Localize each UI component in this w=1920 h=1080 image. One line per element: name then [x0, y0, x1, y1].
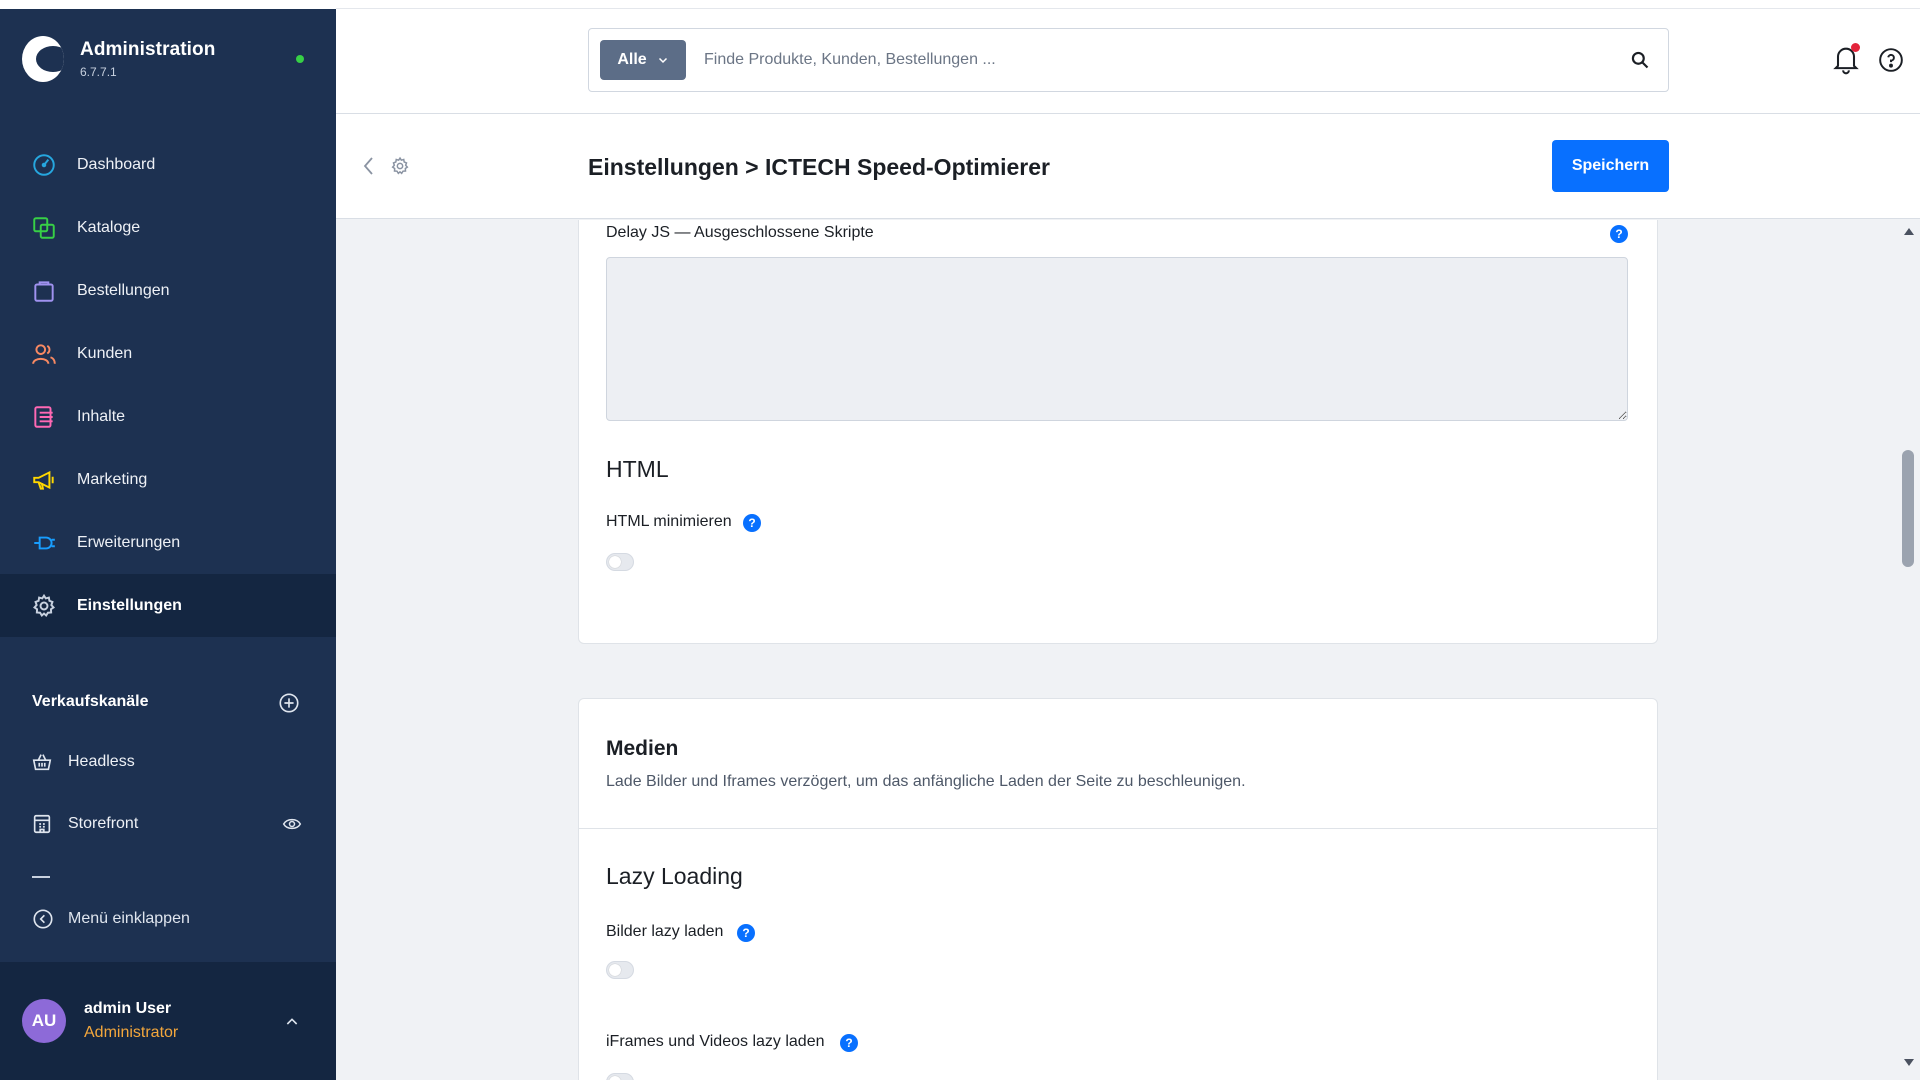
sales-channel-partial: [32, 876, 50, 878]
lazy-images-help-icon[interactable]: ?: [737, 924, 755, 942]
collapse-menu-button[interactable]: Menü einklappen: [0, 893, 336, 945]
save-button[interactable]: Speichern: [1552, 140, 1669, 192]
nav-label-marketing: Marketing: [77, 470, 148, 488]
user-role: Administrator: [84, 1024, 179, 1041]
chevron-left-icon[interactable]: [360, 154, 378, 178]
online-status-dot: [296, 55, 304, 63]
catalog-icon: [30, 214, 58, 242]
help-icon[interactable]: [1878, 47, 1904, 73]
notification-badge: [1851, 43, 1860, 52]
gear-icon: [30, 592, 58, 620]
orders-bag-icon: [30, 277, 58, 305]
search-type-label: Alle: [617, 51, 647, 68]
nav-item-erweiterungen[interactable]: Erweiterungen: [0, 511, 336, 574]
scroll-up-arrow-icon[interactable]: [1903, 226, 1915, 236]
chevron-up-icon[interactable]: [284, 1014, 300, 1030]
media-title: Medien: [606, 737, 679, 760]
collapse-chevron-left-icon: [32, 908, 54, 930]
nav-item-inhalte[interactable]: Inhalte: [0, 385, 336, 448]
delay-js-help-icon[interactable]: ?: [1610, 225, 1628, 243]
top-bar: Alle: [336, 9, 1920, 114]
card-media: Medien Lade Bilder und Iframes verzögert…: [578, 698, 1658, 1080]
basket-icon: [30, 750, 54, 774]
nav-item-marketing[interactable]: Marketing: [0, 448, 336, 511]
card-performance: Delay JS — Ausgeschlossene Skripte ? HTM…: [578, 220, 1658, 644]
lazy-loading-title: Lazy Loading: [606, 863, 743, 889]
search-type-select[interactable]: Alle: [600, 40, 686, 80]
chevron-down-icon: [658, 57, 667, 64]
nav-item-bestellungen[interactable]: Bestellungen: [0, 259, 336, 322]
notifications-button[interactable]: [1832, 43, 1860, 75]
media-card-header: Medien Lade Bilder und Iframes verzögert…: [579, 699, 1657, 829]
lazy-iframes-help-icon[interactable]: ?: [840, 1034, 858, 1052]
global-search: Alle: [588, 28, 1669, 92]
sidebar-top-strip: [0, 0, 336, 9]
avatar: AU: [22, 999, 66, 1043]
smart-bar: Einstellungen > ICTECH Speed-Optimierer …: [336, 114, 1920, 219]
html-section-title: HTML: [606, 456, 669, 482]
plug-icon: [30, 529, 58, 557]
nav-label-einstellungen: Einstellungen: [77, 596, 182, 614]
nav-item-kataloge[interactable]: Kataloge: [0, 196, 336, 259]
shopware-logo-icon: [22, 36, 64, 82]
search-icon[interactable]: [1630, 50, 1650, 70]
nav-label-kunden: Kunden: [77, 344, 133, 362]
sales-channels-title: Verkaufskanäle: [32, 693, 149, 710]
delay-js-label: Delay JS — Ausgeschlossene Skripte: [606, 224, 874, 241]
user-panel[interactable]: AU admin User Administrator: [0, 962, 336, 1080]
sales-channel-storefront[interactable]: Storefront: [0, 794, 336, 854]
settings-gear-icon[interactable]: [390, 156, 410, 176]
storefront-icon: [30, 812, 54, 836]
html-minify-help-icon[interactable]: ?: [743, 514, 761, 532]
nav-label-kataloge: Kataloge: [77, 218, 141, 236]
user-name: admin User: [84, 1000, 172, 1017]
content-icon: [30, 403, 58, 431]
lazy-images-toggle[interactable]: [606, 961, 634, 979]
user-info: admin User Administrator: [84, 1000, 178, 1042]
page-top-strip: [336, 0, 1920, 9]
scroll-down-arrow-icon[interactable]: [1903, 1058, 1915, 1068]
sidebar: Administration 6.7.7.1 Dashboard Katalog…: [0, 0, 336, 1080]
brand-title: Administration: [80, 39, 216, 60]
html-minify-toggle[interactable]: [606, 553, 634, 571]
search-input[interactable]: [704, 40, 1630, 80]
brand: Administration 6.7.7.1: [80, 39, 215, 79]
nav-label-bestellungen: Bestellungen: [77, 281, 170, 299]
nav-label-erweiterungen: Erweiterungen: [77, 533, 181, 551]
lazy-iframes-label: iFrames und Videos lazy laden: [606, 1033, 825, 1050]
nav-label-inhalte: Inhalte: [77, 407, 126, 425]
customers-icon: [30, 340, 58, 368]
sidebar-header[interactable]: Administration 6.7.7.1: [0, 9, 336, 109]
nav-item-dashboard[interactable]: Dashboard: [0, 133, 336, 196]
scrollbar-thumb[interactable]: [1902, 450, 1914, 567]
sales-channel-label-storefront: Storefront: [68, 815, 139, 832]
megaphone-icon: [30, 466, 58, 494]
brand-version: 6.7.7.1: [80, 65, 117, 79]
dashboard-gauge-icon: [30, 151, 58, 179]
sales-channel-label-headless: Headless: [68, 753, 135, 770]
sales-channel-headless[interactable]: Headless: [0, 732, 336, 792]
page-title: Einstellungen > ICTECH Speed-Optimierer: [588, 154, 1050, 180]
nav-item-einstellungen[interactable]: Einstellungen: [0, 574, 336, 637]
nav-label-dashboard: Dashboard: [77, 155, 156, 173]
delay-js-textarea[interactable]: [606, 257, 1628, 421]
lazy-images-label: Bilder lazy laden: [606, 923, 724, 940]
main-navigation: Dashboard Kataloge Bestellungen Kunden I…: [0, 133, 336, 637]
content-area: Delay JS — Ausgeschlossene Skripte ? HTM…: [336, 220, 1920, 1080]
eye-icon[interactable]: [282, 814, 302, 834]
lazy-iframes-toggle[interactable]: [606, 1073, 634, 1080]
html-minify-label: HTML minimieren: [606, 513, 732, 530]
add-sales-channel-icon[interactable]: [278, 692, 300, 714]
media-subtitle: Lade Bilder und Iframes verzögert, um da…: [606, 773, 1246, 790]
nav-item-kunden[interactable]: Kunden: [0, 322, 336, 385]
collapse-menu-label: Menü einklappen: [68, 910, 190, 927]
